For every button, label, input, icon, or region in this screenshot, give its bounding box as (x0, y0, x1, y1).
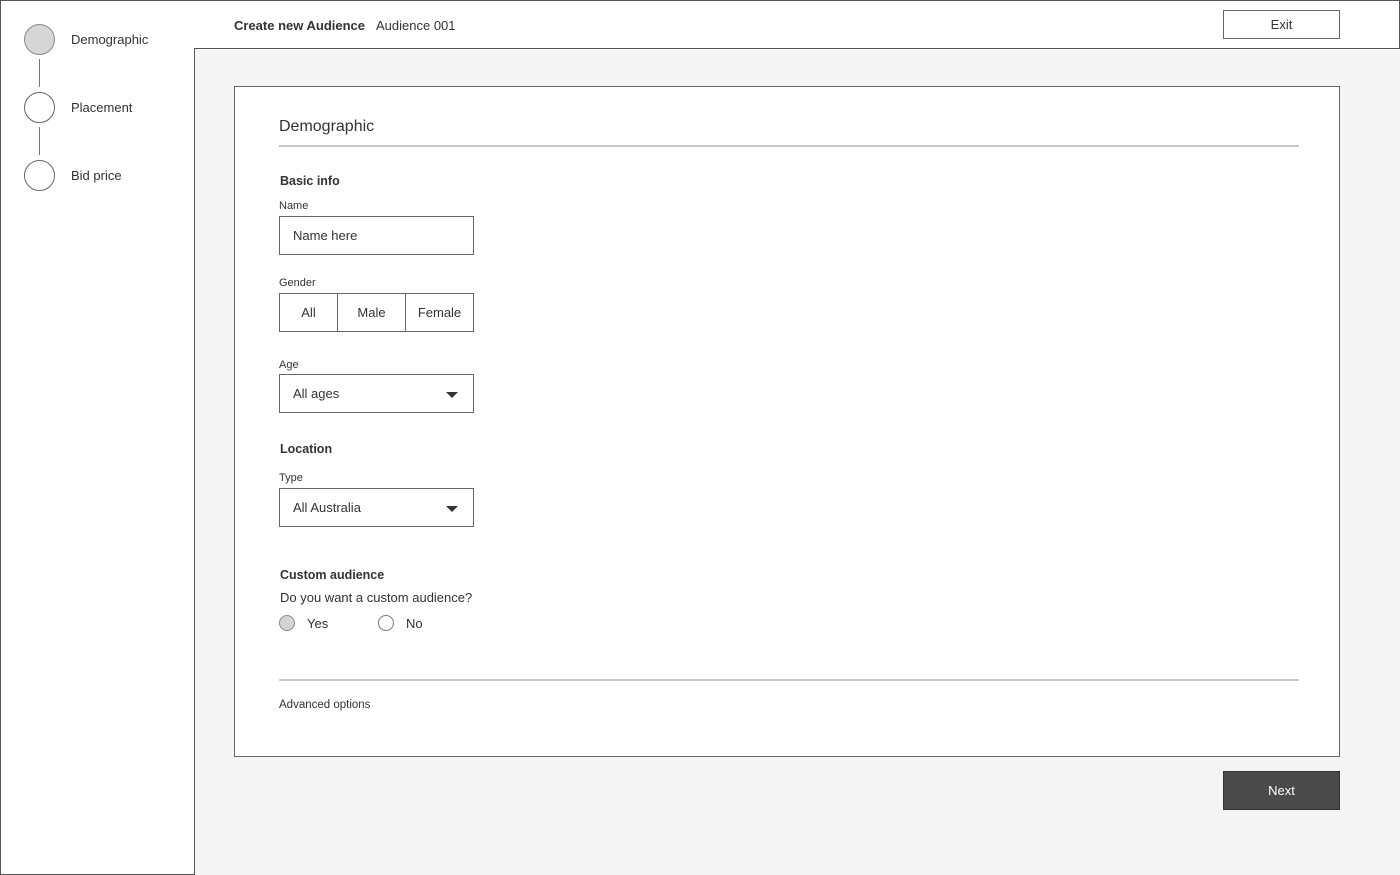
next-button[interactable]: Next (1223, 771, 1340, 810)
step-connector (39, 127, 40, 155)
gender-option-female[interactable]: Female (406, 294, 473, 331)
chevron-down-icon (446, 392, 458, 398)
gender-option-all[interactable]: All (280, 294, 338, 331)
chevron-down-icon (446, 506, 458, 512)
step-bid-price[interactable]: Bid price (24, 160, 122, 191)
radio-yes[interactable]: Yes (279, 615, 328, 631)
radio-label: Yes (307, 615, 329, 631)
title-divider (279, 145, 1299, 147)
age-select-value: All ages (293, 386, 340, 401)
location-type-value: All Australia (293, 500, 361, 515)
step-label: Demographic (71, 32, 149, 47)
gender-segmented-control: All Male Female (279, 293, 474, 332)
step-label: Bid price (71, 168, 122, 183)
sidebar-stepper: Demographic Placement Bid price (0, 0, 195, 875)
demographic-form-card: Demographic Basic info Name Gender All M… (234, 86, 1340, 757)
step-demographic[interactable]: Demographic (24, 24, 148, 55)
location-heading: Location (280, 442, 333, 456)
gender-option-male[interactable]: Male (338, 294, 406, 331)
radio-no[interactable]: No (378, 615, 423, 631)
type-label: Type (279, 472, 303, 484)
advanced-divider (279, 679, 1299, 681)
age-select[interactable]: All ages (279, 374, 474, 413)
exit-button[interactable]: Exit (1223, 10, 1340, 39)
custom-audience-heading: Custom audience (280, 568, 385, 582)
location-type-select[interactable]: All Australia (279, 488, 474, 527)
basic-info-heading: Basic info (280, 174, 340, 188)
step-label: Placement (71, 100, 133, 115)
advanced-options-link[interactable]: Advanced options (279, 699, 370, 711)
step-indicator-icon (24, 160, 55, 191)
name-input[interactable] (279, 216, 474, 255)
gender-label: Gender (279, 277, 316, 289)
form-title: Demographic (279, 118, 375, 135)
step-placement[interactable]: Placement (24, 92, 132, 123)
page-title: Create new Audience (234, 18, 366, 33)
name-label: Name (279, 200, 309, 212)
custom-audience-question: Do you want a custom audience? (280, 590, 473, 605)
age-label: Age (279, 359, 299, 371)
radio-unselected-icon (378, 615, 394, 631)
step-indicator-icon (24, 92, 55, 123)
step-indicator-active-icon (24, 24, 55, 55)
step-connector (39, 59, 40, 87)
top-header: Create new Audience Audience 001 Exit (194, 0, 1400, 49)
audience-name: Audience 001 (376, 18, 456, 33)
radio-label: No (406, 615, 423, 631)
radio-selected-icon (279, 615, 295, 631)
